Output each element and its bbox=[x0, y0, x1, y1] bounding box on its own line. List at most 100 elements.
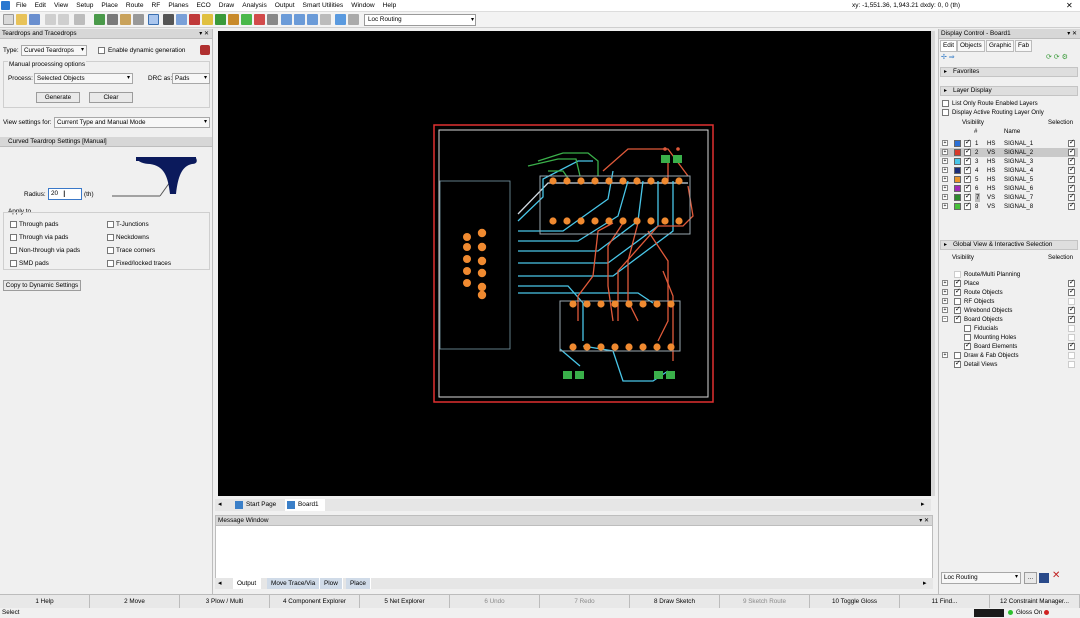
expand-icon[interactable]: + bbox=[942, 352, 948, 358]
selection-checkbox[interactable] bbox=[1068, 352, 1075, 359]
layer-row[interactable]: +6 HS SIGNAL_6 bbox=[940, 183, 1078, 193]
visibility-checkbox[interactable] bbox=[954, 359, 961, 368]
layer-selection-checkbox[interactable] bbox=[1068, 147, 1075, 156]
menu-rf[interactable]: RF bbox=[148, 1, 165, 11]
zoom-fit-icon[interactable] bbox=[307, 14, 318, 25]
menu-window[interactable]: Window bbox=[347, 1, 378, 11]
panel-controls-icon[interactable]: ▾ ✕ bbox=[919, 516, 929, 526]
error-icon[interactable] bbox=[254, 14, 265, 25]
expand-icon[interactable]: + bbox=[942, 307, 948, 313]
fkey-draw-sketch[interactable]: 8 Draw Sketch bbox=[630, 595, 720, 608]
expand-icon[interactable]: + bbox=[942, 280, 948, 286]
visibility-checkbox[interactable] bbox=[964, 334, 971, 341]
fkey-plow-multi[interactable]: 3 Plow / Multi bbox=[180, 595, 270, 608]
type-select[interactable]: Curved Teardrops ▾ bbox=[21, 45, 87, 56]
layer-visibility-checkbox[interactable] bbox=[964, 174, 971, 183]
menu-setup[interactable]: Setup bbox=[72, 1, 97, 11]
layer-selection-checkbox[interactable] bbox=[1068, 183, 1075, 192]
fkey-sketch-route[interactable]: 9 Sketch Route bbox=[720, 595, 810, 608]
expand-icon[interactable]: + bbox=[942, 176, 948, 182]
undo-icon[interactable] bbox=[45, 14, 56, 25]
through-via-pads-checkbox[interactable] bbox=[10, 234, 17, 241]
loc-routing-dropdown[interactable]: Loc Routing ▾ bbox=[364, 14, 476, 26]
pcb-board-drawing[interactable] bbox=[218, 31, 931, 496]
expand-icon[interactable]: + bbox=[942, 185, 948, 191]
menu-view[interactable]: View bbox=[50, 1, 72, 11]
refresh-icon[interactable]: ⟳ ⟳ ⚙ bbox=[1046, 53, 1068, 61]
expand-icon[interactable]: + bbox=[942, 203, 948, 209]
visibility-checkbox[interactable] bbox=[954, 298, 961, 305]
selection-checkbox[interactable] bbox=[1068, 361, 1075, 368]
panel-controls-icon[interactable]: ▾ ✕ bbox=[199, 29, 209, 39]
expand-icon[interactable]: + bbox=[942, 194, 948, 200]
layer-color-swatch[interactable] bbox=[954, 176, 961, 183]
tab-edit[interactable]: Edit bbox=[940, 40, 958, 52]
tab-scroll-left-icon[interactable]: ◂ bbox=[218, 578, 222, 589]
expand-icon[interactable]: + bbox=[942, 289, 948, 295]
expand-icon[interactable]: + bbox=[942, 167, 948, 173]
canvas-scrollbar[interactable] bbox=[931, 31, 935, 496]
layer-visibility-checkbox[interactable] bbox=[964, 183, 971, 192]
fixed-locked-traces-checkbox[interactable] bbox=[107, 260, 114, 267]
net-icon[interactable] bbox=[215, 14, 226, 25]
loc-routing-more-button[interactable]: ... bbox=[1024, 572, 1037, 584]
layer-color-swatch[interactable] bbox=[954, 185, 961, 192]
favorites-section[interactable]: Favorites bbox=[940, 67, 1078, 77]
menu-output[interactable]: Output bbox=[271, 1, 299, 11]
zoom-out-icon[interactable] bbox=[294, 14, 305, 25]
fkey-move[interactable]: 2 Move bbox=[90, 595, 180, 608]
menu-edit[interactable]: Edit bbox=[31, 1, 50, 11]
fkey-net-explorer[interactable]: 5 Net Explorer bbox=[360, 595, 450, 608]
menu-planes[interactable]: Planes bbox=[164, 1, 192, 11]
add-icon[interactable]: ✢ ⇒ bbox=[941, 53, 955, 61]
drc-select[interactable]: Pads ▾ bbox=[172, 73, 210, 84]
neckdowns-checkbox[interactable] bbox=[107, 234, 114, 241]
layer-icon[interactable] bbox=[241, 14, 252, 25]
layer-selection-checkbox[interactable] bbox=[1068, 192, 1075, 201]
layer-selection-checkbox[interactable] bbox=[1068, 165, 1075, 174]
copy-to-dynamic-button[interactable]: Copy to Dynamic Settings bbox=[3, 280, 81, 291]
visibility-checkbox[interactable] bbox=[954, 287, 961, 296]
layer-visibility-checkbox[interactable] bbox=[964, 156, 971, 165]
layer-visibility-checkbox[interactable] bbox=[964, 201, 971, 210]
selection-checkbox[interactable] bbox=[1068, 341, 1075, 350]
layer-visibility-checkbox[interactable] bbox=[964, 138, 971, 147]
clear-button[interactable]: Clear bbox=[89, 92, 133, 103]
selection-checkbox[interactable] bbox=[1068, 305, 1075, 314]
fkey-find[interactable]: 11 Find... bbox=[900, 595, 990, 608]
layer-selection-checkbox[interactable] bbox=[1068, 174, 1075, 183]
gv-row-fiducials[interactable]: Fiducials bbox=[940, 324, 1078, 333]
tab-scroll-right-icon[interactable]: ▸ bbox=[921, 499, 925, 511]
visibility-checkbox[interactable] bbox=[964, 341, 971, 350]
app-icon[interactable] bbox=[1, 1, 10, 10]
tab-place[interactable]: Place bbox=[346, 578, 371, 589]
menu-eco[interactable]: ECO bbox=[193, 1, 215, 11]
layer-visibility-checkbox[interactable] bbox=[964, 192, 971, 201]
layer-row[interactable]: +3 HS SIGNAL_3 bbox=[940, 156, 1078, 166]
cut-icon[interactable] bbox=[74, 14, 85, 25]
layer-visibility-checkbox[interactable] bbox=[964, 165, 971, 174]
tab-scroll-right-icon[interactable]: ▸ bbox=[923, 578, 927, 589]
menu-place[interactable]: Place bbox=[97, 1, 122, 11]
tab-output[interactable]: Output bbox=[233, 578, 262, 589]
layer-row[interactable]: +8 VS SIGNAL_8 bbox=[940, 201, 1078, 211]
layer-color-swatch[interactable] bbox=[954, 167, 961, 174]
trace-icon[interactable] bbox=[163, 14, 174, 25]
global-view-section[interactable]: Global View & Interactive Selection bbox=[940, 240, 1078, 250]
drc-icon[interactable] bbox=[228, 14, 239, 25]
save-icon[interactable] bbox=[29, 14, 40, 25]
list-only-route-checkbox[interactable] bbox=[942, 100, 949, 107]
enable-dynamic-checkbox[interactable] bbox=[98, 47, 105, 54]
delete-icon[interactable]: ✕ bbox=[1052, 570, 1060, 581]
fkey-constraint-manager[interactable]: 12 Constraint Manager... bbox=[990, 595, 1080, 608]
layer-selection-checkbox[interactable] bbox=[1068, 138, 1075, 147]
smd-pads-checkbox[interactable] bbox=[10, 260, 17, 267]
t-junctions-checkbox[interactable] bbox=[107, 221, 114, 228]
fkey-toggle-gloss[interactable]: 10 Toggle Gloss bbox=[810, 595, 900, 608]
generate-button[interactable]: Generate bbox=[36, 92, 80, 103]
visibility-checkbox[interactable] bbox=[954, 305, 961, 314]
redo-icon[interactable] bbox=[58, 14, 69, 25]
gv-row-board-elements[interactable]: Board Elements bbox=[940, 341, 1078, 351]
save-icon[interactable] bbox=[1039, 573, 1049, 583]
curved-settings-header[interactable]: Curved Teardrop Settings [Manual] bbox=[0, 137, 212, 147]
